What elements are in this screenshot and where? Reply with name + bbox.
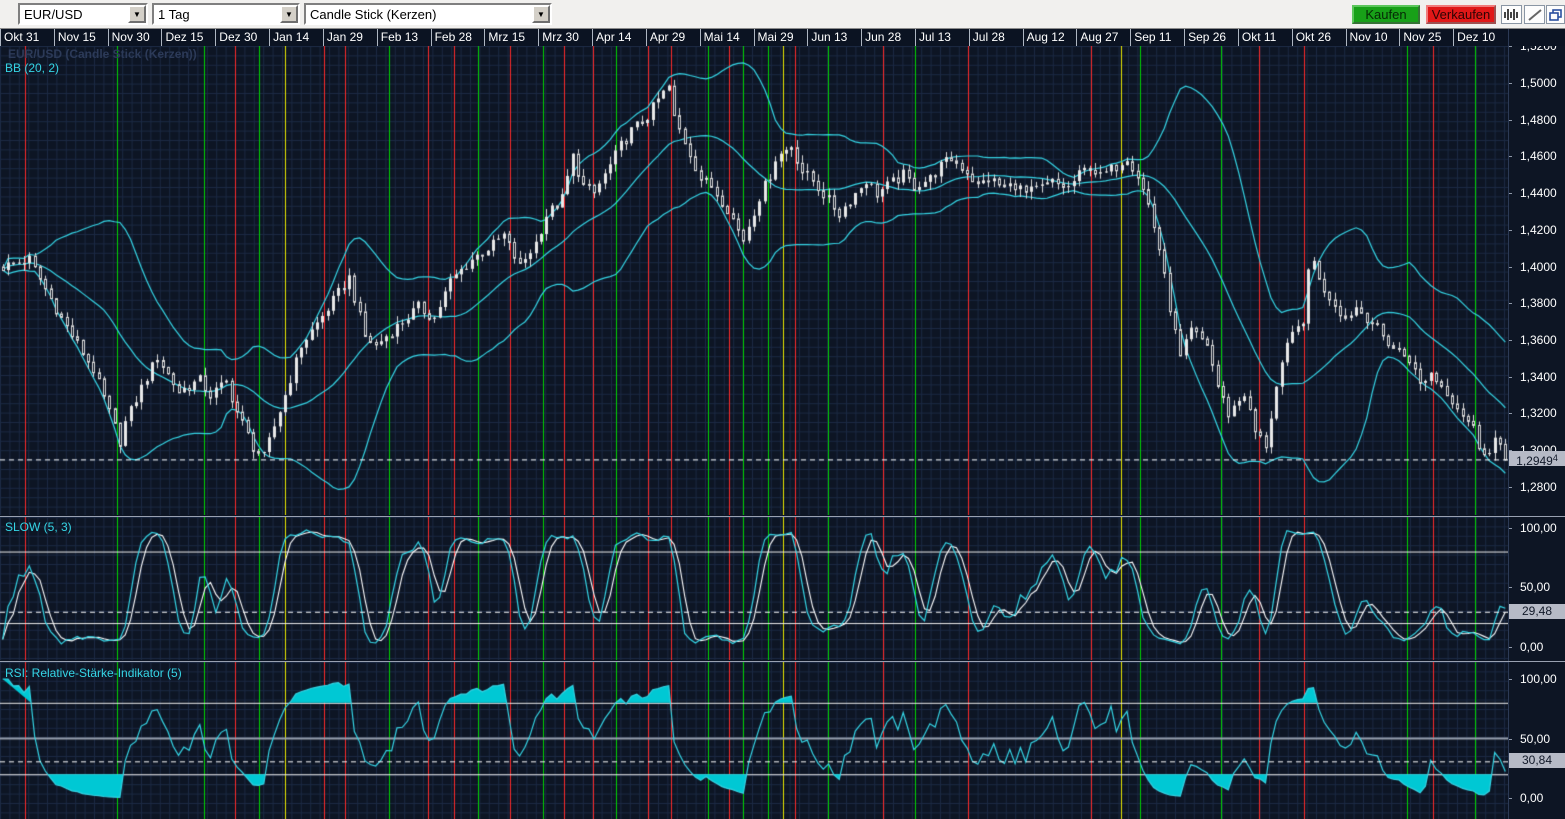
date-label: Dez 10 [1453,29,1507,46]
price-axis-label: 1,2800 [1520,480,1557,494]
date-label: Mrz 30 [538,29,592,46]
main-chart-canvas[interactable] [0,46,1508,515]
panel-separator [0,661,1565,662]
date-label: Jul 28 [969,29,1023,46]
panel-separator [0,516,1565,517]
stochastic-axis-label: 100,00 [1520,521,1557,535]
date-axis: Okt 31Nov 15Nov 30Dez 15Dez 30Jan 14Jan … [0,29,1565,46]
date-label: Apr 14 [592,29,646,46]
rsi-axis: 100,00 50,00 0,00 [1508,662,1565,819]
stochastic-value-badge: 29,48 [1509,604,1565,619]
date-label: Feb 28 [431,29,485,46]
date-label: Jul 13 [915,29,969,46]
rsi-value-badge: 30,84 [1509,753,1565,768]
rsi-axis-label: 0,00 [1520,791,1543,805]
trading-app: EUR/USD ▼ 1 Tag ▼ Candle Stick (Kerzen) … [0,0,1565,819]
date-label: Jun 13 [807,29,861,46]
rsi-indicator-label: RSI: Relative-Stärke-Indikator (5) [5,666,182,680]
date-label: Jan 29 [323,29,377,46]
price-axis: 1,5200 1,5000 1,4800 1,4600 1,4400 1,4200 1,40… [1508,46,1565,516]
stochastic-value: 29,48 [1522,604,1552,618]
symbol-value: EUR/USD [20,5,128,23]
date-label: Jun 28 [861,29,915,46]
price-axis-label: 1,4000 [1520,260,1557,274]
price-axis-label: 1,3400 [1520,370,1557,384]
signal-bars-icon [1504,8,1519,21]
price-axis-label: 1,3600 [1520,333,1557,347]
stochastic-axis-label: 50,00 [1520,580,1550,594]
chart-type-value: Candle Stick (Kerzen) [306,5,532,23]
period-value: 1 Tag [154,5,280,23]
rsi-value: 30,84 [1522,753,1552,767]
signal-bars-button[interactable] [1501,5,1522,24]
price-axis-label: 1,4200 [1520,223,1557,237]
price-axis-label: 1,5200 [1520,46,1557,53]
period-select[interactable]: 1 Tag ▼ [152,3,300,25]
price-axis-label: 1,4800 [1520,113,1557,127]
date-label: Dez 30 [215,29,269,46]
date-label: Dez 15 [161,29,215,46]
symbol-select[interactable]: EUR/USD ▼ [18,3,148,25]
rsi-axis-label: 50,00 [1520,732,1550,746]
buy-button[interactable]: Kaufen [1352,5,1420,24]
price-axis-label: 1,4400 [1520,186,1557,200]
stochastic-axis: 100,00 50,00 0,00 [1508,517,1565,661]
date-label: Aug 27 [1076,29,1130,46]
bb-indicator-label: BB (20, 2) [5,61,59,75]
date-label: Mai 29 [754,29,808,46]
date-label: Mai 14 [700,29,754,46]
date-label: Mrz 15 [484,29,538,46]
date-label: Okt 31 [0,29,54,46]
date-label: Apr 29 [646,29,700,46]
chevron-down-icon[interactable]: ▼ [128,5,146,23]
date-label: Nov 30 [108,29,162,46]
price-axis-label: 1,3200 [1520,406,1557,420]
last-price-badge: 1,29494 [1509,451,1565,466]
price-axis-label: 1,4600 [1520,149,1557,163]
price-axis-label: 1,5000 [1520,76,1557,90]
axis-divider [1508,29,1509,819]
price-axis-label: 1,3800 [1520,296,1557,310]
date-label: Sep 11 [1130,29,1184,46]
last-price-value: 1,2949 [1516,454,1553,468]
date-label: Sep 26 [1184,29,1238,46]
trendline-icon [1528,9,1542,21]
cascade-windows-button[interactable] [1546,5,1565,24]
sell-button[interactable]: Verkaufen [1426,5,1496,24]
chevron-down-icon[interactable]: ▼ [280,5,298,23]
cascade-windows-icon [1549,9,1562,21]
stochastic-panel-canvas[interactable] [0,517,1508,660]
date-label: Aug 12 [1023,29,1077,46]
chart-watermark: EUR/USD (Candle Stick (Kerzen)) [8,47,197,61]
date-label: Feb 13 [377,29,431,46]
date-label: Jan 14 [269,29,323,46]
stochastic-axis-label: 0,00 [1520,640,1543,654]
date-label: Nov 25 [1399,29,1453,46]
slow-indicator-label: SLOW (5, 3) [5,520,72,534]
toolbar: EUR/USD ▼ 1 Tag ▼ Candle Stick (Kerzen) … [0,0,1565,29]
chevron-down-icon[interactable]: ▼ [532,5,550,23]
trendline-button[interactable] [1524,5,1545,24]
date-label: Okt 11 [1238,29,1292,46]
chart-type-select[interactable]: Candle Stick (Kerzen) ▼ [304,3,552,25]
date-label: Okt 26 [1292,29,1346,46]
last-price-sup: 4 [1553,453,1558,463]
date-label: Nov 15 [54,29,108,46]
date-label: Nov 10 [1346,29,1400,46]
rsi-axis-label: 100,00 [1520,672,1557,686]
rsi-panel-canvas[interactable] [0,662,1508,819]
